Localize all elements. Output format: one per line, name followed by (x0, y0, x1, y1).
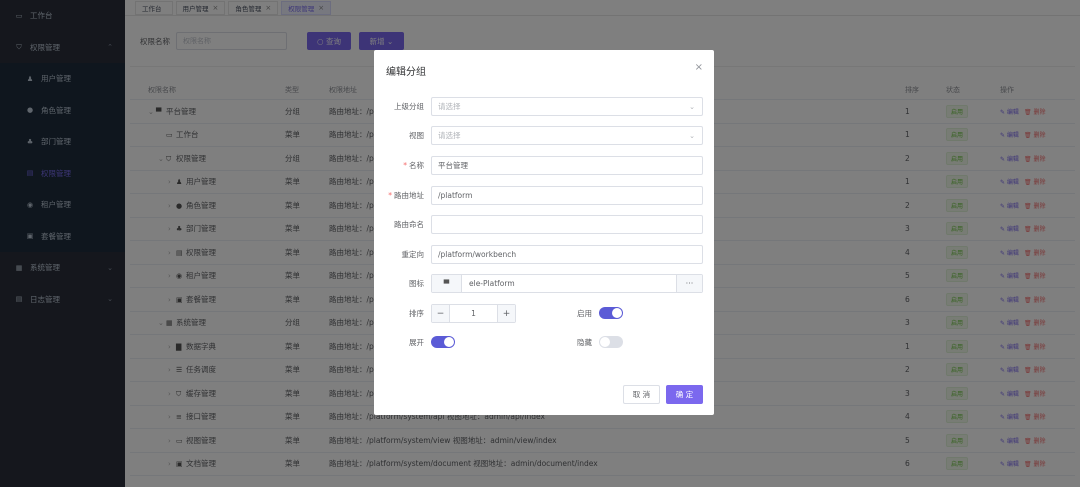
required-mark: * (388, 191, 392, 200)
redirect-row: 重定向 /platform/workbench (374, 245, 714, 264)
view-select[interactable]: 请选择 ⌄ (431, 126, 703, 145)
view-row: 视图 请选择 ⌄ (374, 126, 714, 145)
platform-icon: ▀ (432, 275, 462, 292)
view-label: 视图 (409, 131, 424, 140)
parent-group-row: 上级分组 请选择 ⌄ (374, 97, 714, 116)
dialog-title: 编辑分组 (386, 67, 426, 78)
sort-stepper[interactable]: − 1 + (431, 304, 516, 323)
route-input[interactable]: /platform (431, 186, 703, 205)
expand-switch[interactable] (431, 336, 455, 348)
icon-row: 图标 ▀ ele-Platform ··· (374, 274, 714, 293)
redirect-label: 重定向 (401, 250, 425, 259)
edit-group-dialog: 编辑分组 × 上级分组 请选择 ⌄ 视图 请选择 ⌄ * 名称 平台管理 * 路由地… (374, 50, 714, 415)
icon-selector[interactable]: ▀ ele-Platform ··· (431, 274, 703, 293)
route-name-input[interactable] (431, 215, 703, 234)
cancel-button[interactable]: 取 消 (623, 385, 660, 404)
enable-label: 启用 (577, 309, 592, 318)
parent-group-placeholder: 请选择 (438, 102, 461, 111)
hidden-switch[interactable] (599, 336, 623, 348)
required-mark: * (403, 161, 407, 170)
name-row: * 名称 平台管理 (374, 156, 714, 175)
close-icon[interactable]: × (695, 62, 703, 73)
icon-label: 图标 (409, 279, 424, 288)
name-label: * 名称 (403, 160, 424, 171)
hidden-label: 隐藏 (577, 338, 592, 347)
sort-value[interactable]: 1 (450, 309, 497, 318)
chevron-down-icon: ⌄ (689, 131, 695, 140)
parent-group-label: 上级分组 (394, 102, 424, 111)
route-name-label: 路由命名 (394, 220, 424, 229)
enable-switch[interactable] (599, 307, 623, 319)
expand-label: 展开 (409, 338, 424, 347)
name-label-text: 名称 (409, 161, 424, 170)
redirect-input[interactable]: /platform/workbench (431, 245, 703, 264)
sort-label: 排序 (409, 309, 424, 318)
sort-row: 排序 − 1 + 启用 (374, 304, 714, 323)
route-label: * 路由地址 (388, 190, 424, 201)
parent-group-select[interactable]: 请选择 ⌄ (431, 97, 703, 116)
name-input[interactable]: 平台管理 (431, 156, 703, 175)
chevron-down-icon: ⌄ (689, 102, 695, 111)
route-row: * 路由地址 /platform (374, 186, 714, 205)
route-name-row: 路由命名 (374, 215, 714, 234)
confirm-button[interactable]: 确 定 (666, 385, 703, 404)
plus-icon[interactable]: + (497, 305, 515, 322)
expand-row: 展开 隐藏 (374, 333, 714, 352)
more-icon[interactable]: ··· (676, 275, 702, 292)
view-placeholder: 请选择 (438, 131, 461, 140)
icon-value: ele-Platform (469, 279, 515, 288)
route-label-text: 路由地址 (394, 191, 424, 200)
minus-icon[interactable]: − (432, 305, 450, 322)
